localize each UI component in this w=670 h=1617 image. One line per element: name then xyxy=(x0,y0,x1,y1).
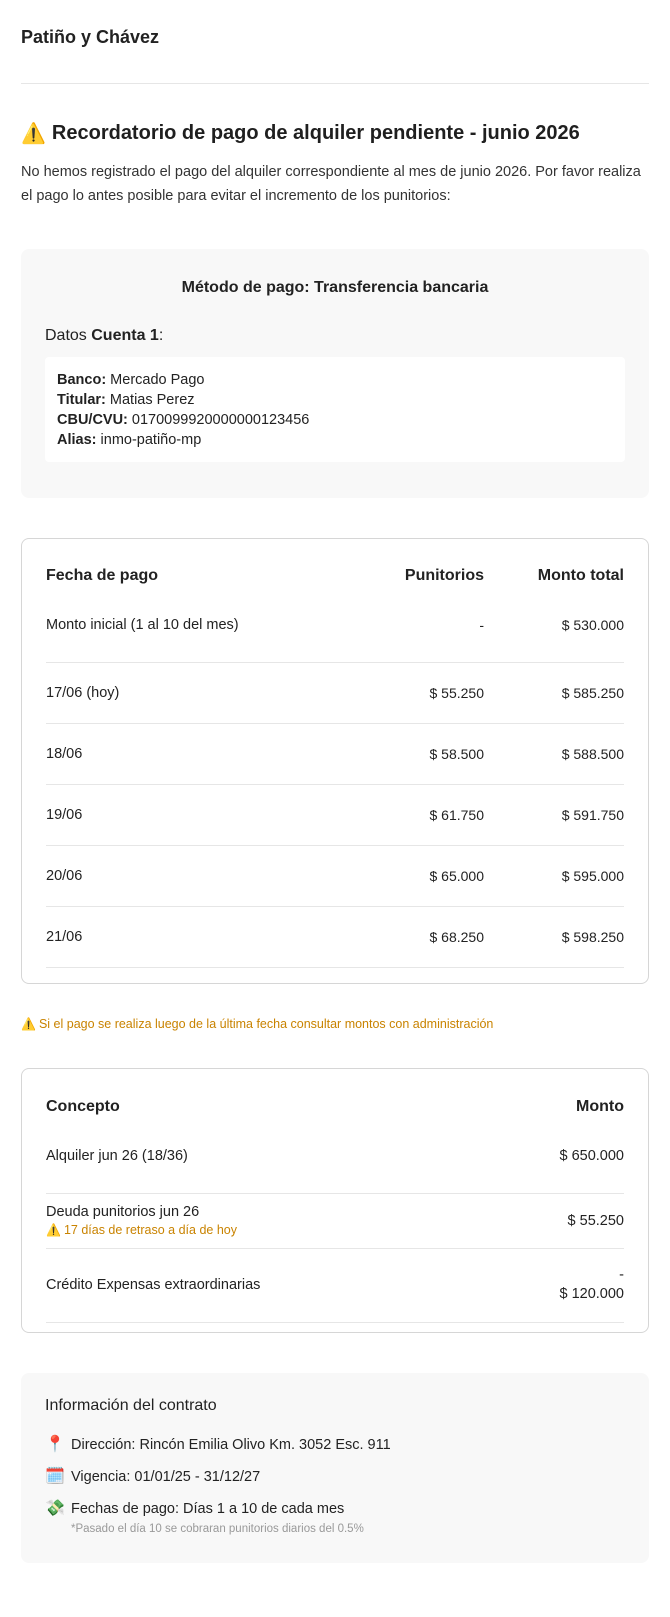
calendar-icon: 🗓️ xyxy=(45,1468,65,1485)
total-amount: $ 530.000 xyxy=(484,588,624,663)
total-amount: $ 585.250 xyxy=(484,662,624,724)
table-row: Crédito Expensas extraordinarias - $ 120… xyxy=(46,1248,624,1323)
account-title: Datos Cuenta 1: xyxy=(45,327,625,345)
concept-amount: $ 55.250 xyxy=(490,1193,624,1249)
bank-value: Mercado Pago xyxy=(106,372,205,388)
warning-icon: ⚠️ xyxy=(21,123,46,145)
table-row: 18/06 $ 58.500 $ 588.500 xyxy=(46,723,624,785)
header-total: Monto total xyxy=(537,567,624,584)
penalty-footnote: *Pasado el día 10 se cobraran punitorios… xyxy=(71,1523,364,1535)
contract-info-title: Información del contrato xyxy=(45,1397,217,1414)
table-header-row: Fecha de pago Punitorios Monto total xyxy=(46,564,624,588)
brand-name: Patiño y Chávez xyxy=(21,0,649,84)
table-row: 20/06 $ 65.000 $ 595.000 xyxy=(46,845,624,907)
intro-text: No hemos registrado el pago del alquiler… xyxy=(21,164,641,204)
table-row: 17/06 (hoy) $ 55.250 $ 585.250 xyxy=(46,662,624,724)
holder-label: Titular: xyxy=(57,392,106,408)
payment-dates-content: Fechas de pago: Días 1 a 10 de cada mes … xyxy=(71,1500,364,1538)
penalty-amount: - xyxy=(334,588,484,663)
payment-dates-text: Fechas de pago: Días 1 a 10 de cada mes xyxy=(71,1501,345,1517)
header-amount: Monto xyxy=(576,1098,624,1115)
payment-date: 19/06 xyxy=(46,784,334,846)
email-body: Patiño y Chávez ⚠️ Recordatorio de pago … xyxy=(0,0,670,1563)
concept-amount-cell: - $ 120.000 xyxy=(490,1248,624,1323)
account-details: Banco: Mercado Pago Titular: Matias Pere… xyxy=(45,357,625,462)
concept-amount: $ 650.000 xyxy=(490,1119,624,1194)
total-amount: $ 588.500 xyxy=(484,723,624,785)
cbu-value: 0170099920000000123456 xyxy=(127,412,310,428)
cbu-line: CBU/CVU: 0170099920000000123456 xyxy=(57,410,613,430)
late-days-text: 17 días de retraso a día de hoy xyxy=(63,1223,237,1237)
holder-line: Titular: Matias Perez xyxy=(57,390,613,410)
alias-label: Alias: xyxy=(57,432,97,448)
payment-method-box: Método de pago: Transferencia bancaria D… xyxy=(21,249,649,498)
total-amount: $ 591.750 xyxy=(484,784,624,846)
warning-icon: ⚠️ xyxy=(21,1017,36,1031)
late-days-note: ⚠️ 17 días de retraso a día de hoy xyxy=(46,1223,490,1237)
money-icon: 💸 xyxy=(45,1500,65,1517)
payment-date: 21/06 xyxy=(46,906,334,968)
table-row: Alquiler jun 26 (18/36) $ 650.000 xyxy=(46,1119,624,1194)
late-payment-notice: ⚠️ Si el pago se realiza luego de la últ… xyxy=(21,1017,649,1031)
cbu-label: CBU/CVU: xyxy=(57,412,128,428)
bank-label: Banco: xyxy=(57,372,107,388)
table-header-row: Concepto Monto xyxy=(46,1095,624,1119)
bank-line: Banco: Mercado Pago xyxy=(57,370,613,390)
address-row: 📍 Dirección: Rincón Emilia Olivo Km. 305… xyxy=(45,1436,625,1454)
address-text: Dirección: Rincón Emilia Olivo Km. 3052 … xyxy=(71,1437,391,1453)
penalty-amount: $ 68.250 xyxy=(334,906,484,968)
concept-amount: $ 120.000 xyxy=(559,1286,624,1302)
table-row: 21/06 $ 68.250 $ 598.250 xyxy=(46,906,624,968)
penalty-schedule-table: Fecha de pago Punitorios Monto total Mon… xyxy=(46,564,624,968)
header-payment-date: Fecha de pago xyxy=(46,567,159,584)
penalty-amount: $ 61.750 xyxy=(334,784,484,846)
contract-info-box: Información del contrato 📍 Dirección: Ri… xyxy=(21,1373,649,1563)
concept-label: Deuda punitorios jun 26 xyxy=(46,1204,200,1220)
concept-label: Alquiler jun 26 (18/36) xyxy=(46,1119,491,1194)
payment-date: 20/06 xyxy=(46,845,334,907)
penalty-amount: $ 58.500 xyxy=(334,723,484,785)
penalty-amount: $ 55.250 xyxy=(334,662,484,724)
penalty-amount: $ 65.000 xyxy=(334,845,484,907)
alias-value: inmo-patiño-mp xyxy=(96,432,202,448)
page-title: ⚠️ Recordatorio de pago de alquiler pend… xyxy=(21,121,649,146)
payment-date: 18/06 xyxy=(46,723,334,785)
concept-cell: Deuda punitorios jun 26 ⚠️ 17 días de re… xyxy=(46,1193,491,1249)
late-payment-notice-text: Si el pago se realiza luego de la última… xyxy=(38,1017,494,1031)
payment-date: Monto inicial (1 al 10 del mes) xyxy=(46,588,334,663)
pin-icon: 📍 xyxy=(45,1436,65,1453)
validity-text: Vigencia: 01/01/25 - 31/12/27 xyxy=(71,1469,261,1485)
header-concept: Concepto xyxy=(46,1098,120,1115)
payment-dates-row: 💸 Fechas de pago: Días 1 a 10 de cada me… xyxy=(45,1500,625,1538)
concepts-table: Concepto Monto Alquiler jun 26 (18/36) $… xyxy=(46,1095,624,1323)
table-row: Deuda punitorios jun 26 ⚠️ 17 días de re… xyxy=(46,1193,624,1249)
concepts-card: Concepto Monto Alquiler jun 26 (18/36) $… xyxy=(21,1068,649,1333)
warning-icon: ⚠️ xyxy=(46,1223,61,1237)
payment-method-title: Método de pago: Transferencia bancaria xyxy=(181,279,489,296)
account-title-suffix: : xyxy=(158,327,164,344)
account-title-prefix: Datos xyxy=(45,327,92,344)
holder-value: Matias Perez xyxy=(105,392,195,408)
table-row: 19/06 $ 61.750 $ 591.750 xyxy=(46,784,624,846)
concept-label: Crédito Expensas extraordinarias xyxy=(46,1248,491,1323)
penalty-schedule-card: Fecha de pago Punitorios Monto total Mon… xyxy=(21,538,649,984)
account-name: Cuenta 1 xyxy=(91,327,159,344)
header-penalties: Punitorios xyxy=(404,567,484,584)
validity-row: 🗓️ Vigencia: 01/01/25 - 31/12/27 xyxy=(45,1468,625,1486)
credit-sign: - xyxy=(619,1267,624,1283)
total-amount: $ 598.250 xyxy=(484,906,624,968)
table-row: Monto inicial (1 al 10 del mes) - $ 530.… xyxy=(46,588,624,663)
page-title-text: Recordatorio de pago de alquiler pendien… xyxy=(51,122,580,144)
alias-line: Alias: inmo-patiño-mp xyxy=(57,430,613,450)
payment-date: 17/06 (hoy) xyxy=(46,662,334,724)
total-amount: $ 595.000 xyxy=(484,845,624,907)
